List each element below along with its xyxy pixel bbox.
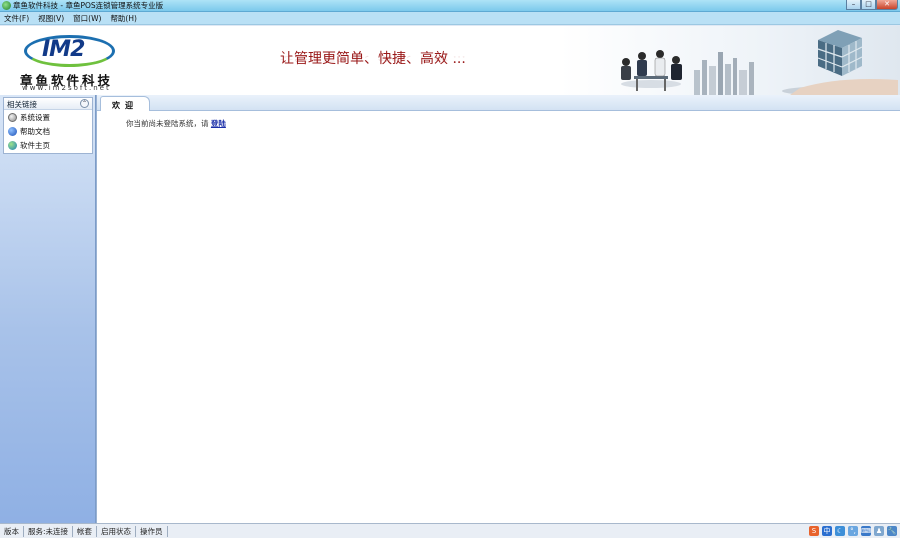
related-links-header: 相关链接 ⌃ bbox=[4, 98, 92, 110]
sidebar-item-label: 软件主页 bbox=[20, 140, 50, 150]
home-globe-icon bbox=[8, 140, 17, 150]
chinese-input-icon[interactable]: 中 bbox=[822, 526, 832, 536]
logo: IM2 bbox=[42, 37, 85, 62]
tab-label: 欢迎 bbox=[112, 101, 138, 110]
settings-icon bbox=[8, 112, 17, 122]
window-controls: – □ ✕ bbox=[846, 0, 898, 11]
status-version: 版本 bbox=[0, 525, 24, 537]
menu-file[interactable]: 文件(F) bbox=[4, 13, 29, 24]
login-link[interactable]: 登陆 bbox=[211, 119, 226, 128]
tab-welcome[interactable]: 欢迎 bbox=[100, 96, 150, 111]
status-account-set: 帐套 bbox=[73, 525, 98, 537]
wrench-icon[interactable]: 🔧 bbox=[887, 526, 897, 536]
related-links-panel: 相关链接 ⌃ 系统设置 帮助文档 软件主页 bbox=[3, 97, 93, 154]
app-icon bbox=[2, 1, 11, 10]
city-skyline-illustration bbox=[694, 52, 754, 95]
business-people-illustration bbox=[621, 50, 682, 91]
menu-window[interactable]: 窗口(W) bbox=[73, 13, 101, 24]
tab-strip: 欢迎 bbox=[97, 95, 900, 111]
close-button[interactable]: ✕ bbox=[876, 0, 898, 10]
maximize-button[interactable]: □ bbox=[861, 0, 876, 10]
welcome-message: 你当前尚未登陆系统，请 登陆 bbox=[126, 118, 226, 129]
status-operator: 操作员 bbox=[136, 525, 168, 537]
menu-view[interactable]: 视图(V) bbox=[38, 13, 64, 24]
not-logged-in-text: 你当前尚未登陆系统，请 bbox=[126, 119, 209, 128]
sidebar: 相关链接 ⌃ 系统设置 帮助文档 软件主页 bbox=[0, 95, 96, 523]
user-icon[interactable]: ♟ bbox=[874, 526, 884, 536]
keyboard-icon[interactable]: ⌨ bbox=[861, 526, 871, 536]
sogou-icon[interactable]: S bbox=[809, 526, 819, 536]
menu-help[interactable]: 帮助(H) bbox=[110, 13, 137, 24]
moon-icon[interactable]: ☾ bbox=[835, 526, 845, 536]
sidebar-item-label: 帮助文档 bbox=[20, 126, 50, 136]
minimize-button[interactable]: – bbox=[846, 0, 861, 10]
rubiks-cube-illustration bbox=[782, 30, 898, 95]
sidebar-item-help-docs[interactable]: 帮助文档 bbox=[4, 124, 92, 138]
menu-bar: 文件(F) 视图(V) 窗口(W) 帮助(H) bbox=[0, 12, 900, 25]
status-bar: 版本 服务:未连接 帐套 启用状态 操作员 S 中 ☾ °, ⌨ ♟ 🔧 bbox=[0, 523, 900, 538]
status-enabled-state: 启用状态 bbox=[97, 525, 137, 537]
help-icon bbox=[8, 126, 17, 136]
main-content: 欢迎 你当前尚未登陆系统，请 登陆 bbox=[96, 95, 900, 523]
sidebar-item-label: 系统设置 bbox=[20, 112, 50, 122]
website-label: www.im2soft.net bbox=[22, 84, 111, 92]
chevron-up-icon[interactable]: ⌃ bbox=[80, 99, 89, 108]
banner: IM2 章鱼软件科技 www.im2soft.net 让管理更简单、快捷、高效 … bbox=[0, 26, 900, 95]
slogan-reflection: 让管理更简单、快捷、高效 ... bbox=[280, 54, 466, 62]
related-links-title: 相关链接 bbox=[7, 100, 37, 109]
title-bar: 章鱼软件科技 - 章鱼POS连锁管理系统专业版 – □ ✕ bbox=[0, 0, 900, 12]
ime-tray: S 中 ☾ °, ⌨ ♟ 🔧 bbox=[809, 525, 897, 537]
status-service: 服务:未连接 bbox=[24, 525, 74, 537]
window-title: 章鱼软件科技 - 章鱼POS连锁管理系统专业版 bbox=[13, 1, 164, 10]
sidebar-item-system-settings[interactable]: 系统设置 bbox=[4, 110, 92, 124]
punctuation-icon[interactable]: °, bbox=[848, 526, 858, 536]
sidebar-item-homepage[interactable]: 软件主页 bbox=[4, 138, 92, 152]
